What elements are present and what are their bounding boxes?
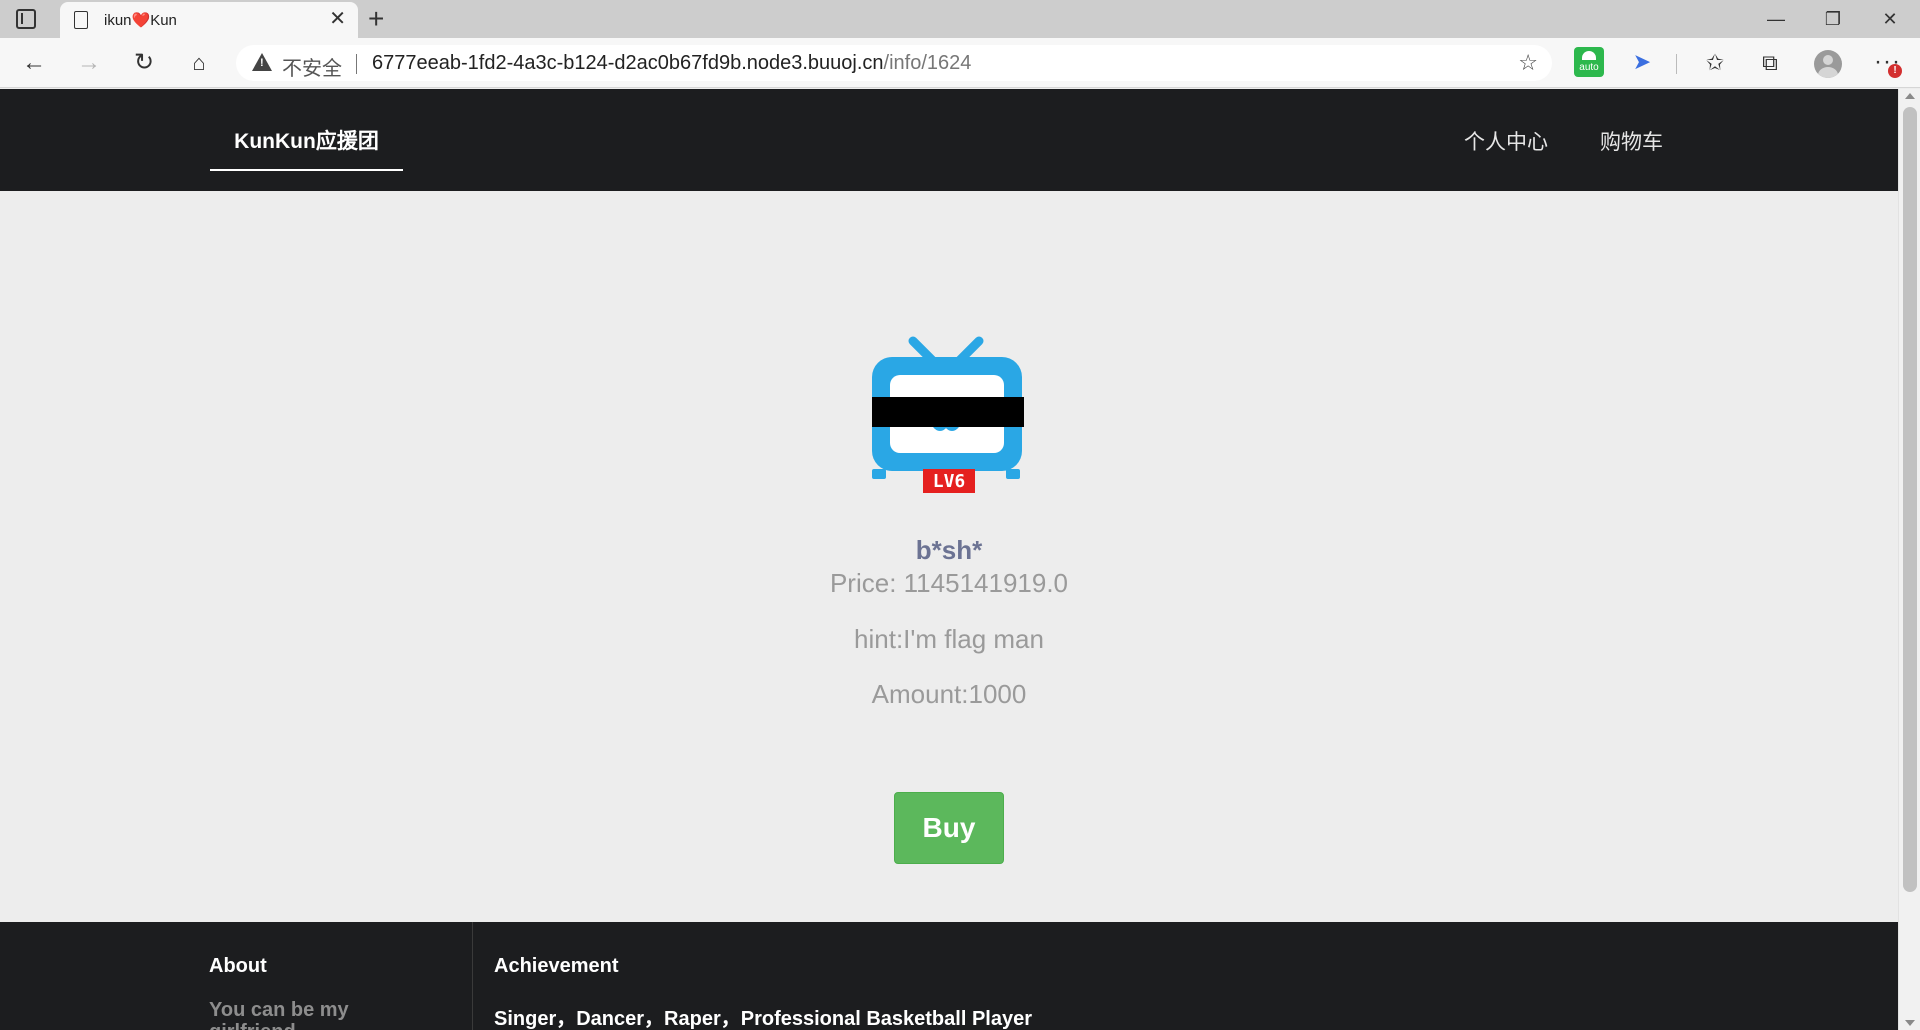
site-footer: About You can be my girlfriend Achieveme… [0,922,1898,1030]
warning-icon[interactable] [252,53,272,71]
tv-mascot-icon: LV6 [872,336,1024,493]
tab-actions-icon[interactable] [16,9,36,29]
page-scrollbar[interactable] [1898,89,1920,1030]
brand-underline [210,169,403,171]
buy-button[interactable]: Buy [894,792,1004,864]
browser-toolbar: ← → ↻ ⌂ 不安全 6777eeab-1fd2-4a3c-b124-d2ac… [0,38,1920,88]
product-name: b*sh* [915,535,983,565]
forward-icon[interactable]: → [73,47,105,79]
footer-about-text: You can be my girlfriend [209,999,349,1030]
reload-icon[interactable]: ↻ [128,47,160,79]
add-favorite-icon[interactable]: ☆ [1518,50,1538,76]
close-tab-icon[interactable]: ✕ [329,8,346,30]
footer-achievement-title: Achievement [494,955,619,977]
minimize-icon[interactable]: — [1756,6,1796,32]
nav-cart-link[interactable]: 购物车 [1600,126,1663,156]
toolbar-divider [1676,54,1677,74]
product-amount: Amount:1000 [871,679,1027,709]
alert-badge: ! [1888,64,1902,78]
page-viewport: KunKun应援团 个人中心 购物车 LV6 b*sh* Price: 1145… [0,89,1898,1030]
url-path: /info/1624 [883,52,972,74]
product-hint: hint:I'm flag man [854,624,1044,654]
address-bar[interactable]: 不安全 6777eeab-1fd2-4a3c-b124-d2ac0b67fd9b… [236,45,1552,81]
footer-divider [472,922,473,1030]
omnibox-divider [356,54,357,74]
nav-profile-link[interactable]: 个人中心 [1464,126,1548,156]
page-icon [74,11,88,29]
product-price: Price: 1145141919.0 [829,568,1069,598]
scroll-down-arrow-icon[interactable] [1905,1020,1915,1026]
favorites-icon[interactable]: ✩ [1700,48,1730,78]
url-text[interactable]: 6777eeab-1fd2-4a3c-b124-d2ac0b67fd9b.nod… [372,52,971,75]
scroll-up-arrow-icon[interactable] [1905,93,1915,99]
close-window-icon[interactable]: ✕ [1870,6,1910,32]
back-icon[interactable]: ← [18,47,50,79]
security-label[interactable]: 不安全 [282,52,342,81]
tab-bar: ikun❤️Kun ✕ + — ❐ ✕ [0,0,1920,38]
extension-auto-label: auto [1579,62,1599,73]
collections-icon[interactable]: ⧉ [1755,48,1785,78]
level-badge: LV6 [933,471,966,492]
product-image: LV6 [866,325,1026,495]
extension-bird-icon[interactable]: ➤ [1630,50,1654,74]
url-host: 6777eeab-1fd2-4a3c-b124-d2ac0b67fd9b.nod… [372,52,884,74]
profile-avatar[interactable] [1814,50,1842,78]
extension-auto-icon[interactable]: auto [1574,47,1604,77]
new-tab-icon[interactable]: + [368,4,384,34]
scroll-thumb[interactable] [1903,107,1917,892]
home-icon[interactable]: ⌂ [183,47,215,79]
footer-achievement-text: Singer，Dancer，Raper，Professional Basketb… [494,1008,1032,1030]
tab-active[interactable]: ikun❤️Kun ✕ [60,2,358,38]
site-navbar: KunKun应援团 个人中心 购物车 [0,89,1898,191]
tab-title: ikun❤️Kun [104,12,177,29]
footer-about-title: About [209,955,267,977]
restore-icon[interactable]: ❐ [1813,6,1853,32]
brand-link[interactable]: KunKun应援团 [210,125,403,155]
